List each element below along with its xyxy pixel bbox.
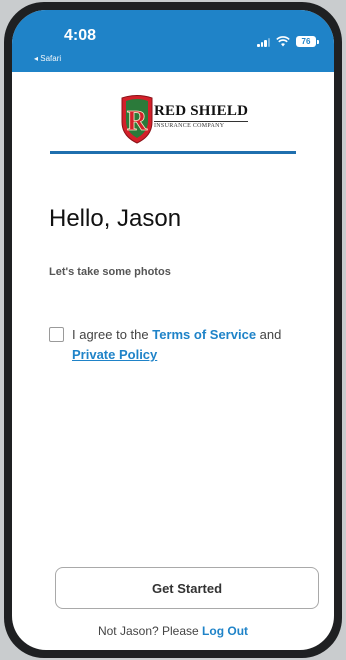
get-started-button[interactable]: Get Started (55, 567, 319, 609)
status-time: 4:08 (64, 27, 97, 44)
app-screen: 4:08 ◂ Safari 76 R RED SHIELD INSURANCE … (12, 10, 334, 650)
page-subtitle: Let's take some photos (49, 266, 171, 278)
privacy-policy-link[interactable]: Private Policy (72, 347, 157, 362)
logo-wordmark: RED SHIELD INSURANCE COMPANY (154, 103, 249, 129)
agreement-middle: and (256, 327, 282, 342)
agree-checkbox[interactable] (49, 327, 64, 342)
header-divider (50, 151, 296, 154)
company-logo: R RED SHIELD INSURANCE COMPANY (12, 72, 334, 152)
logo-name: RED SHIELD (154, 103, 249, 119)
wifi-icon (276, 36, 290, 47)
logout-row: Not Jason? Please Log Out (12, 624, 334, 638)
agreement-text: I agree to the Terms of Service and Priva… (72, 325, 312, 365)
status-icons: 76 (257, 36, 319, 47)
back-to-safari-link[interactable]: ◂ Safari (34, 54, 61, 63)
phone-frame: 4:08 ◂ Safari 76 R RED SHIELD INSURANCE … (4, 2, 342, 658)
status-bar: 4:08 ◂ Safari 76 (12, 10, 334, 72)
page-title: Hello, Jason (49, 205, 182, 232)
shield-logo-icon: R (121, 95, 153, 144)
terms-of-service-link[interactable]: Terms of Service (152, 327, 256, 342)
log-out-link[interactable]: Log Out (202, 624, 248, 638)
signal-icon (257, 37, 270, 47)
not-user-text: Not Jason? Please (97, 624, 203, 638)
agreement-prefix: I agree to the (72, 327, 153, 342)
battery-icon: 76 (296, 36, 319, 47)
logo-subtitle: INSURANCE COMPANY (154, 121, 249, 129)
logo-badge-letter: R (127, 106, 148, 137)
